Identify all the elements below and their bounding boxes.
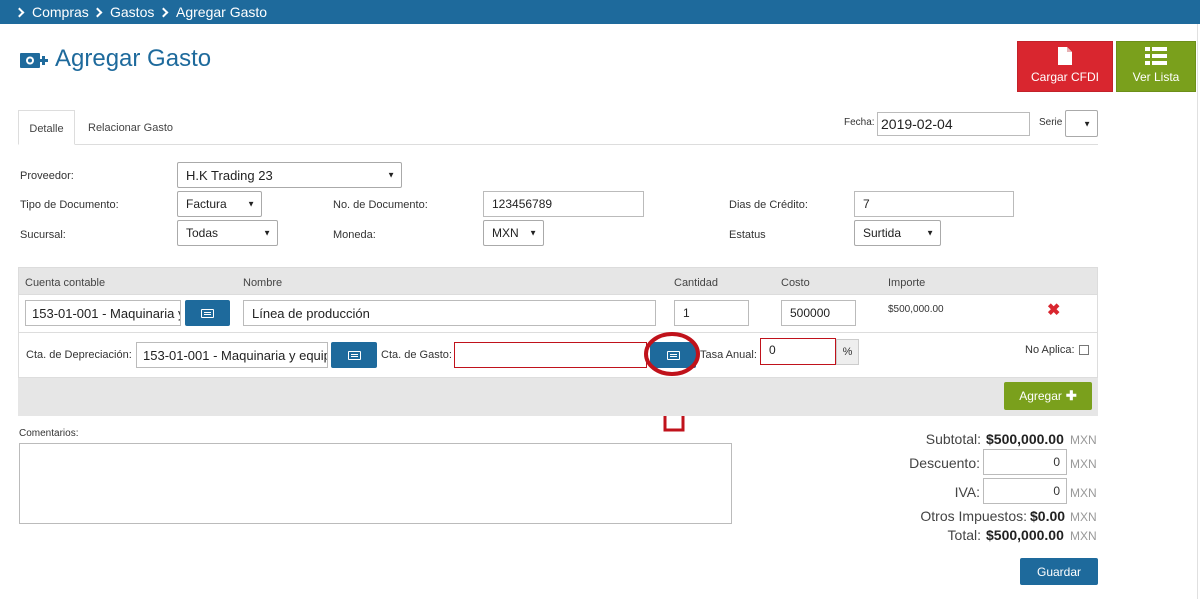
col-cantidad: Cantidad [674, 277, 719, 289]
ver-lista-label: Ver Lista [1132, 70, 1180, 84]
tipo-documento-label: Tipo de Documento: [20, 199, 119, 211]
cta-depreciacion-input[interactable]: 153-01-001 - Maquinaria y equipo [136, 342, 328, 368]
card-icon [347, 350, 361, 360]
cargar-cfdi-label: Cargar CFDI [1030, 70, 1099, 84]
cuenta-contable-input[interactable]: 153-01-001 - Maquinaria y equipo [25, 300, 181, 326]
currency-label: MXN [1070, 457, 1097, 471]
serie-label: Serie [1039, 117, 1063, 128]
currency-label: MXN [1070, 510, 1097, 524]
chevron-down-icon: ▼ [387, 170, 395, 180]
serie-select[interactable]: ▼ [1065, 110, 1098, 137]
cta-depreciacion-label: Cta. de Depreciación: [26, 349, 132, 361]
agregar-button[interactable]: Agregar ✚ [1004, 382, 1092, 410]
nombre-input[interactable]: Línea de producción [243, 300, 656, 326]
money-icon [20, 53, 48, 68]
tasa-anual-label: Tasa Anual: [700, 349, 757, 361]
buscar-cta-depreciacion-button[interactable] [331, 342, 377, 368]
tipo-documento-value: Factura [186, 197, 227, 211]
dias-credito-label: Dias de Crédito: [729, 199, 808, 211]
dias-credito-input[interactable]: 7 [854, 191, 1014, 217]
agregar-label: Agregar [1019, 389, 1062, 403]
card-icon [201, 308, 214, 318]
no-documento-input[interactable]: 123456789 [483, 191, 644, 217]
descuento-input[interactable]: 0 [983, 449, 1067, 475]
proveedor-select[interactable]: H.K Trading 23 ▼ [177, 162, 402, 188]
total-label: Total: [947, 527, 981, 543]
fecha-input[interactable]: 2019-02-04 [877, 112, 1030, 136]
importe-value: $500,000.00 [888, 304, 944, 315]
subtotal-label: Subtotal: [925, 431, 981, 447]
page-title: Agregar Gasto [55, 45, 212, 72]
breadcrumb-item-gastos[interactable]: Gastos [92, 4, 154, 20]
iva-label: IVA: [954, 484, 980, 500]
no-aplica-label: No Aplica: [1025, 344, 1075, 356]
moneda-value: MXN [492, 226, 519, 240]
chevron-down-icon: ▼ [263, 228, 271, 238]
list-icon [1145, 47, 1167, 65]
moneda-select[interactable]: MXN ▼ [483, 220, 544, 246]
tabs-divider [18, 144, 1098, 145]
file-icon [1058, 47, 1072, 65]
iva-input[interactable]: 0 [983, 478, 1067, 504]
percent-addon: % [836, 339, 859, 365]
costo-input[interactable]: 500000 [781, 300, 856, 326]
proveedor-label: Proveedor: [20, 170, 74, 182]
chevron-down-icon: ▼ [926, 228, 934, 238]
currency-label: MXN [1070, 529, 1097, 543]
chevron-right-icon [158, 7, 169, 17]
grid-header: Cuenta contable Nombre Cantidad Costo Im… [18, 267, 1098, 295]
col-nombre: Nombre [243, 277, 283, 289]
page-border [1197, 24, 1198, 599]
chevron-down-icon: ▼ [1083, 119, 1091, 128]
cta-gasto-label: Cta. de Gasto: [381, 349, 452, 361]
fecha-label: Fecha: [844, 117, 875, 128]
descuento-label: Descuento: [909, 455, 980, 471]
comentarios-textarea[interactable] [19, 443, 732, 524]
ver-lista-button[interactable]: Ver Lista [1116, 41, 1196, 92]
chevron-down-icon: ▼ [247, 199, 255, 209]
comentarios-label: Comentarios: [19, 428, 79, 439]
guardar-button[interactable]: Guardar [1020, 558, 1098, 585]
breadcrumb-item-agregar-gasto: Agregar Gasto [158, 4, 268, 20]
chevron-right-icon [92, 7, 103, 17]
chevron-down-icon: ▼ [529, 228, 537, 238]
breadcrumb-label[interactable]: Gastos [110, 4, 154, 20]
breadcrumb: Compras Gastos Agregar Gasto [0, 0, 1200, 24]
cantidad-input[interactable]: 1 [674, 300, 749, 326]
breadcrumb-label[interactable]: Compras [32, 4, 89, 20]
delete-row-icon[interactable]: ✖ [1047, 300, 1060, 320]
currency-label: MXN [1070, 433, 1097, 447]
cta-gasto-input[interactable] [454, 342, 647, 368]
otros-impuestos-label: Otros Impuestos: [920, 508, 1027, 524]
estatus-value: Surtida [863, 226, 902, 240]
plus-icon: ✚ [1065, 388, 1077, 403]
col-importe: Importe [888, 277, 926, 289]
moneda-label: Moneda: [333, 229, 376, 241]
chevron-right-icon [14, 7, 25, 17]
grid-footer [18, 378, 1098, 416]
tab-detalle[interactable]: Detalle [18, 110, 75, 145]
col-cuenta-contable: Cuenta contable [25, 277, 106, 289]
proveedor-value: H.K Trading 23 [186, 167, 273, 183]
tipo-documento-select[interactable]: Factura ▼ [177, 191, 262, 217]
total-value: $500,000.00 [986, 527, 1064, 543]
estatus-select[interactable]: Surtida ▼ [854, 220, 941, 246]
buscar-cuenta-button[interactable] [185, 300, 230, 326]
no-documento-label: No. de Documento: [333, 199, 428, 211]
currency-label: MXN [1070, 486, 1097, 500]
col-costo: Costo [781, 277, 810, 289]
tasa-anual-input[interactable]: 0 [760, 338, 836, 365]
breadcrumb-item-compras[interactable]: Compras [14, 4, 89, 20]
cargar-cfdi-button[interactable]: Cargar CFDI [1017, 41, 1113, 92]
sucursal-label: Sucursal: [20, 229, 66, 241]
breadcrumb-label: Agregar Gasto [176, 4, 268, 20]
otros-impuestos-value: $0.00 [1030, 508, 1066, 524]
sucursal-value: Todas [186, 226, 219, 240]
tab-relacionar-gasto[interactable]: Relacionar Gasto [88, 110, 173, 145]
no-aplica-checkbox[interactable] [1079, 345, 1089, 355]
estatus-label: Estatus [729, 229, 766, 241]
subtotal-value: $500,000.00 [986, 431, 1064, 447]
sucursal-select[interactable]: Todas ▼ [177, 220, 278, 246]
